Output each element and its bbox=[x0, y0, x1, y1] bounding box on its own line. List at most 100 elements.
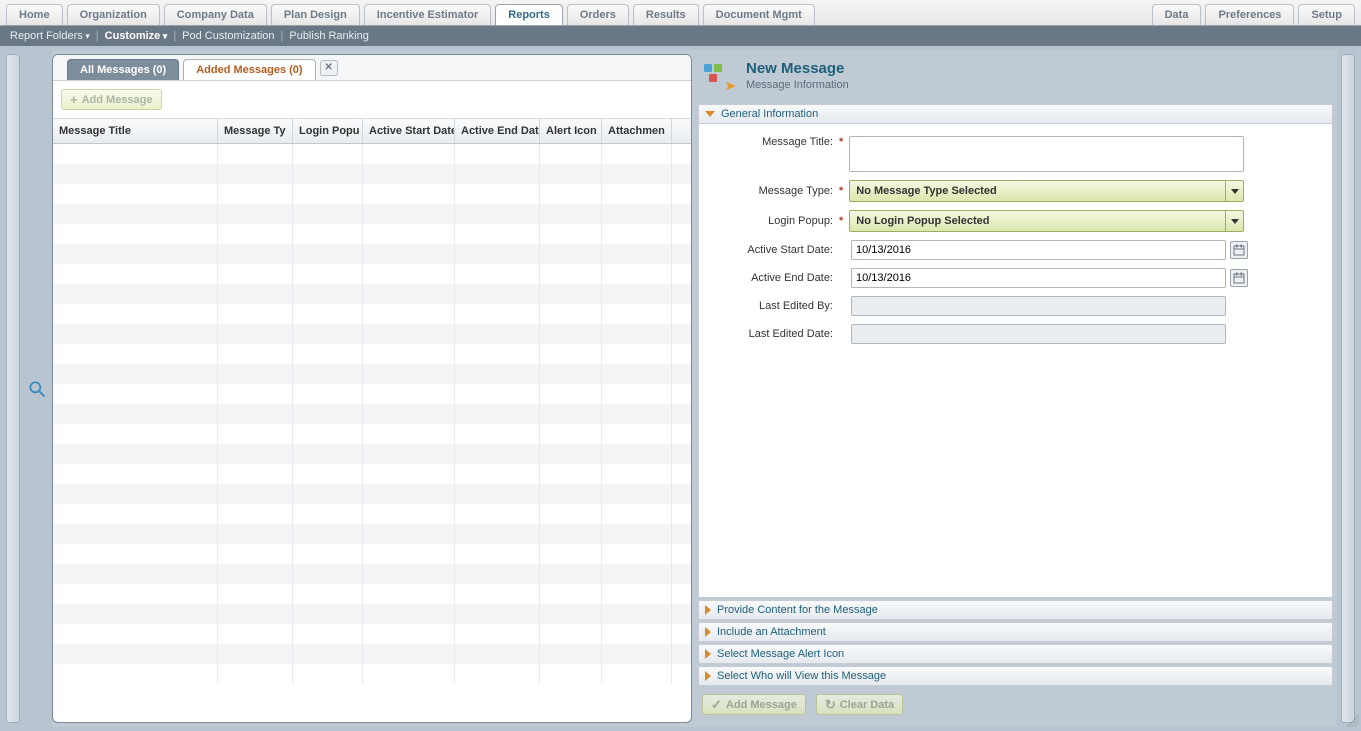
table-row bbox=[53, 604, 691, 624]
calendar-icon bbox=[1233, 244, 1245, 256]
col-message-title[interactable]: Message Title bbox=[53, 119, 218, 143]
label-active-start: Active Start Date: bbox=[709, 244, 839, 256]
top-tab-setup[interactable]: Setup bbox=[1298, 4, 1355, 25]
top-tab-reports[interactable]: Reports bbox=[495, 4, 563, 25]
table-row bbox=[53, 364, 691, 384]
label-message-title: Message Title: bbox=[709, 136, 839, 148]
top-tab-data[interactable]: Data bbox=[1152, 4, 1202, 25]
table-row bbox=[53, 324, 691, 344]
form-action-bar: Add Message Clear Data bbox=[698, 686, 1333, 723]
table-row bbox=[53, 464, 691, 484]
required-icon: * bbox=[839, 215, 849, 227]
section-label: General Information bbox=[721, 108, 818, 120]
section-label: Include an Attachment bbox=[717, 626, 826, 638]
workspace: All Messages (0) Added Messages (0) ✕ + … bbox=[0, 46, 1361, 731]
add-message-label: Add Message bbox=[726, 699, 797, 711]
login-popup-select[interactable]: No Login Popup Selected bbox=[849, 210, 1244, 232]
grid-header: Message Title Message Ty Login Popu Acti… bbox=[53, 119, 691, 144]
top-tab-company-data[interactable]: Company Data bbox=[164, 4, 267, 25]
table-row bbox=[53, 184, 691, 204]
section-select-message-alert-icon[interactable]: Select Message Alert Icon bbox=[698, 644, 1333, 664]
top-tab-results[interactable]: Results bbox=[633, 4, 699, 25]
col-attachment[interactable]: Attachmen bbox=[602, 119, 672, 143]
calendar-button-end[interactable] bbox=[1230, 269, 1248, 287]
calendar-button-start[interactable] bbox=[1230, 241, 1248, 259]
tab-all-messages[interactable]: All Messages (0) bbox=[67, 59, 179, 80]
subnav-separator: | bbox=[96, 30, 99, 42]
col-active-end[interactable]: Active End Dat bbox=[455, 119, 540, 143]
main-area: All Messages (0) Added Messages (0) ✕ + … bbox=[52, 50, 1337, 727]
section-include-an-attachment[interactable]: Include an Attachment bbox=[698, 622, 1333, 642]
col-active-start[interactable]: Active Start Date bbox=[363, 119, 455, 143]
last-edited-date-field bbox=[851, 324, 1226, 344]
table-row bbox=[53, 644, 691, 664]
table-row bbox=[53, 244, 691, 264]
grid-tabs: All Messages (0) Added Messages (0) ✕ bbox=[53, 55, 691, 81]
left-rail-handle[interactable] bbox=[6, 54, 20, 723]
section-select-who-will-view-this-message[interactable]: Select Who will View this Message bbox=[698, 666, 1333, 686]
table-row bbox=[53, 424, 691, 444]
section-label: Select Message Alert Icon bbox=[717, 648, 844, 660]
form-header: New Message Message Information bbox=[698, 54, 1333, 104]
table-row bbox=[53, 524, 691, 544]
label-message-type: Message Type: bbox=[709, 185, 839, 197]
add-message-button-grid[interactable]: + Add Message bbox=[61, 89, 162, 110]
required-icon: * bbox=[839, 185, 849, 197]
table-row bbox=[53, 584, 691, 604]
table-row bbox=[53, 444, 691, 464]
grid-toolbar: + Add Message bbox=[53, 81, 691, 119]
grid-body[interactable] bbox=[53, 144, 691, 722]
chevron-down-icon bbox=[1225, 181, 1243, 201]
subnav-publish-ranking[interactable]: Publish Ranking bbox=[289, 30, 369, 42]
message-type-value: No Message Type Selected bbox=[850, 185, 1225, 197]
top-tab-organization[interactable]: Organization bbox=[67, 4, 160, 25]
section-general-information[interactable]: General Information bbox=[698, 104, 1333, 124]
label-login-popup: Login Popup: bbox=[709, 215, 839, 227]
right-rail-handle[interactable] bbox=[1341, 54, 1355, 723]
table-row bbox=[53, 664, 691, 684]
top-tab-preferences[interactable]: Preferences bbox=[1205, 4, 1294, 25]
new-message-icon bbox=[702, 60, 736, 94]
message-title-input[interactable] bbox=[849, 136, 1244, 172]
top-tab-plan-design[interactable]: Plan Design bbox=[271, 4, 360, 25]
subnav-report-folders[interactable]: Report Folders bbox=[10, 30, 90, 42]
top-tab-incentive-estimator[interactable]: Incentive Estimator bbox=[364, 4, 491, 25]
table-row bbox=[53, 384, 691, 404]
side-search[interactable] bbox=[22, 50, 52, 727]
subnav-customize[interactable]: Customize bbox=[105, 30, 168, 42]
messages-grid-panel: All Messages (0) Added Messages (0) ✕ + … bbox=[52, 54, 692, 723]
top-tab-orders[interactable]: Orders bbox=[567, 4, 629, 25]
tab-added-messages[interactable]: Added Messages (0) bbox=[183, 59, 315, 80]
section-provide-content-for-the-message[interactable]: Provide Content for the Message bbox=[698, 600, 1333, 620]
section-label: Provide Content for the Message bbox=[717, 604, 878, 616]
top-tab-bar: HomeOrganizationCompany DataPlan DesignI… bbox=[0, 0, 1361, 26]
message-type-select[interactable]: No Message Type Selected bbox=[849, 180, 1244, 202]
active-start-date-input[interactable] bbox=[851, 240, 1226, 260]
form-body: Message Title: * Message Type: * No Mess… bbox=[698, 124, 1333, 598]
clear-data-button[interactable]: Clear Data bbox=[816, 694, 903, 715]
last-edited-by-field bbox=[851, 296, 1226, 316]
label-last-edited-by: Last Edited By: bbox=[709, 300, 839, 312]
tab-close-button[interactable]: ✕ bbox=[320, 60, 338, 76]
top-tab-home[interactable]: Home bbox=[6, 4, 63, 25]
subnav-pod-customization[interactable]: Pod Customization bbox=[182, 30, 274, 42]
col-login-popup[interactable]: Login Popu bbox=[293, 119, 363, 143]
label-active-end: Active End Date: bbox=[709, 272, 839, 284]
resize-grip[interactable] bbox=[1347, 715, 1359, 727]
col-alert-icon[interactable]: Alert Icon bbox=[540, 119, 602, 143]
label-last-edited-date: Last Edited Date: bbox=[709, 328, 839, 340]
subnav-separator: | bbox=[173, 30, 176, 42]
add-message-button[interactable]: Add Message bbox=[702, 694, 806, 715]
top-tab-document-mgmt[interactable]: Document Mgmt bbox=[703, 4, 815, 25]
search-icon bbox=[27, 379, 47, 399]
sub-nav-bar: Report Folders | Customize | Pod Customi… bbox=[0, 26, 1361, 46]
col-message-type[interactable]: Message Ty bbox=[218, 119, 293, 143]
add-message-label: Add Message bbox=[82, 94, 153, 106]
active-end-date-input[interactable] bbox=[851, 268, 1226, 288]
subnav-separator: | bbox=[281, 30, 284, 42]
reload-icon bbox=[825, 698, 836, 711]
chevron-right-icon bbox=[705, 649, 711, 659]
table-row bbox=[53, 504, 691, 524]
section-label: Select Who will View this Message bbox=[717, 670, 886, 682]
table-row bbox=[53, 544, 691, 564]
